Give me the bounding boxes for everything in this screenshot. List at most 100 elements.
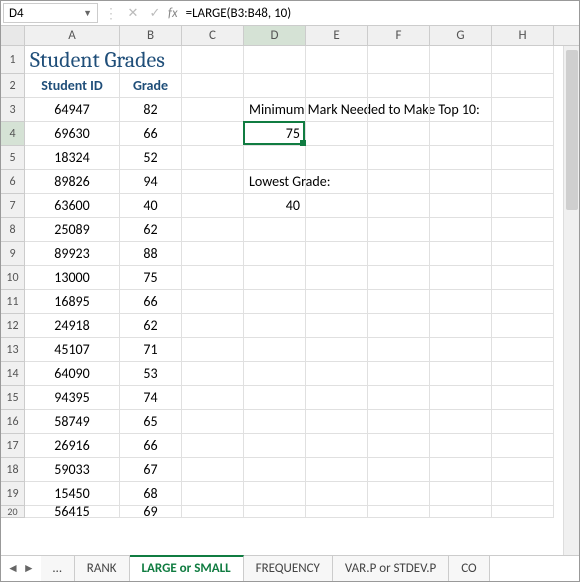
cell[interactable]: 62 [120, 218, 182, 242]
cell[interactable]: 88 [120, 242, 182, 266]
cell[interactable] [492, 266, 554, 290]
cell[interactable] [244, 266, 306, 290]
cell[interactable]: 94395 [25, 386, 120, 410]
formula-input[interactable] [182, 3, 579, 23]
cell[interactable]: 89826 [25, 170, 120, 194]
cell[interactable] [182, 170, 244, 194]
cell[interactable] [368, 458, 430, 482]
cell[interactable] [368, 506, 430, 518]
col-header-H[interactable]: H [492, 26, 554, 45]
cell[interactable] [492, 410, 554, 434]
row-header[interactable]: 17 [1, 434, 25, 458]
cell[interactable] [430, 242, 492, 266]
col-header-G[interactable]: G [430, 26, 492, 45]
cell[interactable] [492, 170, 554, 194]
cell[interactable] [430, 46, 492, 74]
cell[interactable] [368, 74, 430, 98]
cell[interactable] [182, 386, 244, 410]
tab-large-or-small[interactable]: LARGE or SMALL [130, 555, 244, 581]
cell[interactable] [368, 290, 430, 314]
cell[interactable] [244, 74, 306, 98]
cell[interactable] [182, 146, 244, 170]
row-header[interactable]: 7 [1, 194, 25, 218]
cell[interactable] [244, 218, 306, 242]
cell[interactable] [368, 194, 430, 218]
cell[interactable]: Minimum Mark Needed to Make Top 10: [244, 98, 306, 122]
cell[interactable] [306, 290, 368, 314]
cell[interactable] [306, 338, 368, 362]
scrollbar-thumb[interactable] [566, 50, 578, 210]
row-header[interactable]: 9 [1, 242, 25, 266]
cell[interactable] [120, 46, 182, 74]
cell[interactable]: 66 [120, 122, 182, 146]
cell[interactable] [182, 362, 244, 386]
cell[interactable]: 75 [244, 122, 306, 146]
cell[interactable] [492, 46, 554, 74]
cell[interactable] [244, 482, 306, 506]
cell[interactable] [430, 98, 492, 122]
cell[interactable] [182, 338, 244, 362]
cell[interactable] [244, 506, 306, 518]
cell[interactable]: 64090 [25, 362, 120, 386]
tab-co[interactable]: CO [449, 556, 489, 581]
fx-icon[interactable]: fx [168, 6, 178, 21]
row-header[interactable]: 20 [1, 506, 25, 518]
cell[interactable] [430, 314, 492, 338]
cell[interactable] [306, 362, 368, 386]
col-header-B[interactable]: B [120, 26, 182, 45]
cell[interactable] [306, 266, 368, 290]
accept-formula-button[interactable]: ✓ [144, 2, 166, 24]
cell[interactable] [306, 242, 368, 266]
cell[interactable] [430, 122, 492, 146]
cell[interactable]: 13000 [25, 266, 120, 290]
cell[interactable] [430, 218, 492, 242]
cell[interactable] [244, 434, 306, 458]
row-header[interactable]: 4 [1, 122, 25, 146]
cell[interactable] [306, 386, 368, 410]
cell[interactable] [244, 458, 306, 482]
cell[interactable] [306, 458, 368, 482]
cell[interactable] [492, 338, 554, 362]
tab-nav-next-icon[interactable]: ► [23, 561, 35, 576]
cell[interactable] [492, 434, 554, 458]
cell[interactable]: 75 [120, 266, 182, 290]
row-header[interactable]: 18 [1, 458, 25, 482]
tab-nav-prev-icon[interactable]: ◄ [7, 561, 19, 576]
cell[interactable] [368, 98, 430, 122]
cell[interactable]: 56415 [25, 506, 120, 518]
cell[interactable] [182, 242, 244, 266]
cell[interactable]: 67 [120, 458, 182, 482]
cell[interactable] [492, 194, 554, 218]
cell[interactable] [492, 362, 554, 386]
row-header[interactable]: 8 [1, 218, 25, 242]
row-header[interactable]: 6 [1, 170, 25, 194]
cell[interactable] [306, 46, 368, 74]
cell[interactable] [492, 242, 554, 266]
cell[interactable] [492, 218, 554, 242]
cell[interactable] [182, 482, 244, 506]
cell[interactable]: 52 [120, 146, 182, 170]
cell[interactable] [368, 146, 430, 170]
cell[interactable] [244, 386, 306, 410]
tab-rank[interactable]: RANK [75, 556, 130, 581]
col-header-E[interactable]: E [306, 26, 368, 45]
cell[interactable]: 74 [120, 386, 182, 410]
cell[interactable]: 69 [120, 506, 182, 518]
cell[interactable] [368, 242, 430, 266]
cell[interactable] [430, 386, 492, 410]
cell[interactable] [244, 338, 306, 362]
cell[interactable] [492, 506, 554, 518]
cell[interactable] [368, 46, 430, 74]
row-header[interactable]: 13 [1, 338, 25, 362]
cell[interactable] [244, 410, 306, 434]
cell[interactable]: 24918 [25, 314, 120, 338]
cell[interactable]: 66 [120, 434, 182, 458]
cell[interactable] [306, 218, 368, 242]
cell[interactable] [430, 458, 492, 482]
row-header[interactable]: 11 [1, 290, 25, 314]
cell[interactable] [244, 290, 306, 314]
cell[interactable] [306, 314, 368, 338]
cell[interactable] [492, 314, 554, 338]
cell[interactable] [430, 170, 492, 194]
cell-header-id[interactable]: Student ID [25, 74, 120, 98]
